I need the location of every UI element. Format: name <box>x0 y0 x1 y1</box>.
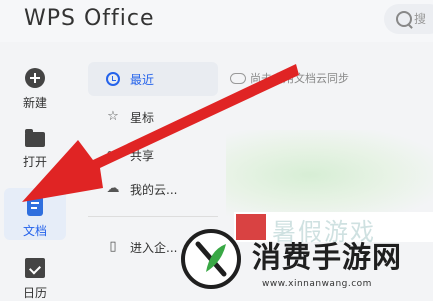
watermark-logo-icon <box>181 229 241 289</box>
red-arrow-shape <box>22 64 299 202</box>
watermark-url: www.xinnanwang.com <box>262 279 372 289</box>
watermark-text: 消费手游网 <box>252 240 403 274</box>
